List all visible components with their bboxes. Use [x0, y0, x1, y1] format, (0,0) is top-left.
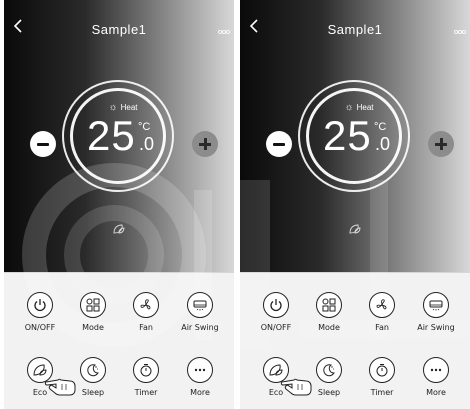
mode-label-text: Mode: [82, 323, 104, 332]
moon-icon: [323, 364, 335, 377]
mode-label: Heat: [120, 103, 138, 112]
more-dots-icon[interactable]: [217, 27, 230, 38]
timer-label: Timer: [370, 388, 394, 397]
temperature-value: 25: [87, 112, 136, 159]
fan-icon: [140, 299, 151, 310]
divider: [240, 272, 470, 273]
on-off-button[interactable]: ON/OFF: [16, 292, 64, 332]
air-swing-label: Air Swing: [417, 323, 455, 332]
divider: [4, 272, 234, 273]
mode-label-text: Mode: [318, 323, 340, 332]
minus-icon: [273, 143, 285, 146]
mode-label: Heat: [356, 103, 374, 112]
eco-status-icon: [349, 224, 361, 234]
ac-screen-2: Sample1 ☼ Heat 25 °C .0 ON/OFF Mode Fan A…: [240, 0, 470, 409]
more-horizontal-icon: [194, 368, 206, 372]
more-button[interactable]: More: [412, 357, 460, 397]
air-swing-icon: [193, 300, 207, 311]
power-icon: [270, 299, 282, 312]
fan-icon: [376, 299, 387, 310]
moon-icon: [87, 364, 99, 377]
temperature-decimal: .0: [139, 134, 155, 154]
power-icon: [34, 299, 46, 312]
increase-temperature-button[interactable]: [192, 131, 218, 157]
timer-icon: [140, 364, 152, 377]
temperature-unit: °C: [138, 121, 151, 133]
air-swing-label: Air Swing: [181, 323, 219, 332]
hand-pointer-icon: [44, 378, 76, 396]
decrease-temperature-button[interactable]: [266, 131, 292, 157]
increase-temperature-button[interactable]: [428, 131, 454, 157]
temperature-value: 25: [323, 112, 372, 159]
fan-button[interactable]: Fan: [122, 292, 170, 332]
temperature-unit: °C: [374, 121, 387, 133]
more-label: More: [190, 388, 210, 397]
mode-button[interactable]: Mode: [69, 292, 117, 332]
page-title: Sample1: [327, 22, 383, 37]
fan-label: Fan: [375, 323, 389, 332]
temperature-decimal: .0: [375, 134, 391, 154]
hand-pointer-icon: [280, 378, 312, 396]
more-horizontal-icon: [430, 368, 442, 372]
mode-grid-icon: [322, 298, 336, 312]
on-off-button[interactable]: ON/OFF: [252, 292, 300, 332]
air-swing-icon: [429, 300, 443, 311]
eco-status-icon: [113, 224, 125, 234]
more-label: More: [426, 388, 446, 397]
timer-button[interactable]: Timer: [122, 357, 170, 397]
air-swing-button[interactable]: Air Swing: [412, 292, 460, 332]
on-off-label: ON/OFF: [260, 323, 292, 332]
timer-label: Timer: [134, 388, 158, 397]
timer-button[interactable]: Timer: [358, 357, 406, 397]
mode-button[interactable]: Mode: [305, 292, 353, 332]
ac-screen-1: Sample1 ☼ Heat 25 °C .0 ON/OFF Mode Fan A…: [4, 0, 234, 409]
fan-label: Fan: [139, 323, 153, 332]
decrease-temperature-button[interactable]: [30, 131, 56, 157]
on-off-label: ON/OFF: [24, 323, 56, 332]
more-button[interactable]: More: [176, 357, 224, 397]
air-swing-button[interactable]: Air Swing: [176, 292, 224, 332]
page-title: Sample1: [91, 22, 147, 37]
fan-button[interactable]: Fan: [358, 292, 406, 332]
minus-icon: [37, 143, 49, 146]
more-dots-icon[interactable]: [453, 27, 466, 38]
timer-icon: [376, 364, 388, 377]
mode-grid-icon: [86, 298, 100, 312]
